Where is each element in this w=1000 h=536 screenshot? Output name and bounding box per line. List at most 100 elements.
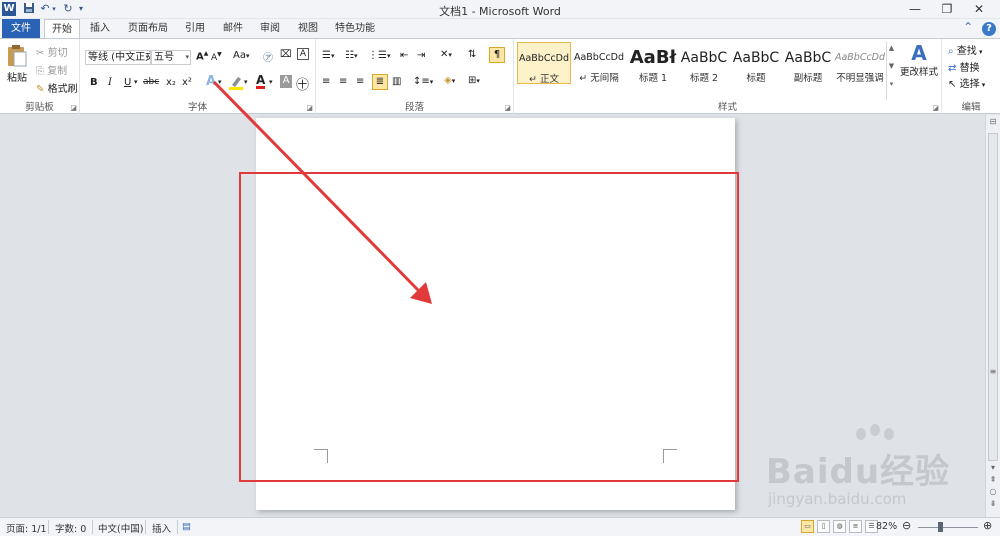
scroll-down-icon[interactable]: ▾ (988, 463, 998, 472)
highlight-dropdown-icon[interactable]: ▾ (244, 78, 248, 86)
copy-button[interactable]: ⎘ 复制 (36, 62, 67, 77)
undo-dropdown-icon[interactable]: ▾ (50, 2, 58, 16)
font-size-combo[interactable]: 五号 ▾ (151, 50, 191, 65)
language-indicator[interactable]: 中文(中国) (98, 521, 143, 535)
zoom-level[interactable]: 82% (876, 521, 897, 532)
underline-button[interactable]: U (124, 77, 131, 88)
character-border-icon[interactable]: A (297, 48, 309, 60)
paste-button[interactable]: 粘贴 (7, 69, 27, 84)
clear-formatting-icon[interactable]: ⌧ (280, 49, 292, 60)
word-count[interactable]: 字数: 0 (55, 521, 86, 535)
gallery-more-icon[interactable]: ▾ (887, 80, 896, 88)
tab-page-layout[interactable]: 页面布局 (124, 19, 172, 38)
increase-indent-icon[interactable]: ⇥ (417, 50, 425, 61)
zoom-slider[interactable] (918, 527, 978, 528)
numbering-icon[interactable]: ☷▾ (345, 50, 357, 61)
decrease-indent-icon[interactable]: ⇤ (400, 50, 408, 61)
print-layout-icon[interactable]: ▭ (801, 520, 814, 533)
tab-insert[interactable]: 插入 (84, 19, 116, 38)
justify-icon[interactable]: ≣ (372, 74, 388, 90)
italic-button[interactable]: I (108, 77, 112, 88)
font-color-dropdown-icon[interactable]: ▾ (269, 78, 273, 86)
restore-button[interactable]: ❐ (932, 0, 962, 19)
grow-font-icon[interactable]: A▲ (196, 50, 208, 62)
bullets-icon[interactable]: ☰▾ (322, 50, 334, 61)
find-button[interactable]: ⌕ 查找 ▾ (948, 42, 983, 57)
align-center-icon[interactable]: ≡ (339, 76, 347, 87)
character-shading-icon[interactable]: A (280, 75, 292, 88)
font-launcher-icon[interactable]: ◪ (306, 104, 313, 112)
paste-icon[interactable] (6, 43, 28, 70)
zoom-slider-thumb[interactable] (938, 522, 943, 532)
shrink-font-icon[interactable]: A▼ (211, 51, 222, 63)
scrollbar-thumb[interactable] (988, 133, 998, 461)
select-button[interactable]: ↖ 选择 ▾ (948, 75, 985, 90)
outline-view-icon[interactable]: ≡ (849, 520, 862, 533)
subscript-button[interactable]: x₂ (166, 77, 176, 88)
previous-page-icon[interactable]: ⇞ (988, 475, 998, 484)
borders-icon[interactable]: ⊞▾ (468, 75, 480, 86)
phonetic-guide-icon[interactable]: ㋐ (263, 49, 273, 64)
change-case-icon[interactable]: Aa▾ (233, 50, 249, 61)
document-page[interactable] (256, 118, 735, 510)
distributed-icon[interactable]: ▥ (392, 76, 401, 87)
text-effects-dropdown-icon[interactable]: ▾ (218, 78, 222, 86)
full-screen-reading-icon[interactable]: ▯ (817, 520, 830, 533)
help-icon[interactable]: ? (982, 22, 996, 36)
replace-button[interactable]: ⇄ 替换 (948, 59, 980, 74)
style-normal[interactable]: AaBbCcDd ↵ 正文 (517, 42, 571, 85)
vertical-scrollbar[interactable]: ⊟ ≡ ▾ ⇞ ○ ⇟ (985, 115, 1000, 517)
style-heading-1[interactable]: AaBł 标题 1 (626, 42, 680, 84)
zoom-in-icon[interactable]: ⊕ (983, 519, 992, 532)
tab-mailings[interactable]: 邮件 (218, 19, 248, 38)
font-name-combo[interactable]: 等线 (中文正文)▾ (85, 50, 151, 65)
browse-object-icon[interactable]: ○ (988, 487, 998, 496)
cut-button[interactable]: ✂ 剪切 (36, 44, 68, 59)
insert-mode[interactable]: 插入 (152, 521, 171, 535)
highlight-icon[interactable] (229, 75, 243, 93)
tab-references[interactable]: 引用 (180, 19, 210, 38)
gallery-down-icon[interactable]: ▼ (887, 62, 896, 70)
bold-button[interactable]: B (90, 77, 98, 88)
page-count[interactable]: 页面: 1/1 (6, 521, 47, 535)
clipboard-launcher-icon[interactable]: ◪ (70, 104, 77, 112)
paragraph-launcher-icon[interactable]: ◪ (504, 104, 511, 112)
styles-launcher-icon[interactable]: ◪ (932, 104, 939, 112)
strikethrough-button[interactable]: abc (143, 77, 159, 87)
style-heading-2[interactable]: AaBbC 标题 2 (677, 42, 731, 84)
shading-icon[interactable]: ◈▾ (444, 75, 455, 86)
underline-dropdown-icon[interactable]: ▾ (134, 78, 138, 86)
tab-review[interactable]: 审阅 (255, 19, 285, 38)
tab-view[interactable]: 视图 (293, 19, 323, 38)
enclose-characters-icon[interactable]: ㊉ (296, 74, 309, 93)
macro-record-icon[interactable]: ▤ (182, 521, 191, 532)
line-spacing-icon[interactable]: ↕≡▾ (413, 76, 433, 87)
close-button[interactable]: ✕ (964, 0, 994, 19)
change-styles-button[interactable]: A 更改样式 (900, 42, 938, 78)
collapse-ribbon-icon[interactable]: ⌃ (963, 20, 973, 34)
chinese-layout-icon[interactable]: ✕▾ (440, 49, 452, 60)
align-left-icon[interactable]: ≡ (322, 76, 330, 87)
minimize-button[interactable]: — (900, 0, 930, 19)
tab-home[interactable]: 开始 (44, 19, 80, 39)
superscript-button[interactable]: x² (182, 77, 192, 88)
style-subtle-emphasis[interactable]: AaBbCcDd 不明显强调 (833, 42, 887, 84)
align-right-icon[interactable]: ≡ (356, 76, 364, 87)
word-app-icon[interactable]: W (2, 2, 16, 16)
sort-icon[interactable]: ⇅ (468, 49, 476, 60)
redo-icon[interactable]: ↻ (61, 2, 75, 16)
text-effects-icon[interactable]: A (206, 74, 216, 89)
style-subtitle[interactable]: AaBbC 副标题 (781, 42, 835, 84)
show-formatting-marks-icon[interactable]: ¶ (489, 47, 505, 63)
ruler-toggle-icon[interactable]: ⊟ (988, 117, 998, 126)
save-icon[interactable] (22, 2, 36, 16)
next-page-icon[interactable]: ⇟ (988, 499, 998, 508)
gallery-up-icon[interactable]: ▲ (887, 44, 896, 52)
format-painter-button[interactable]: ✎ 格式刷 (36, 80, 78, 95)
multilevel-list-icon[interactable]: ⋮☰▾ (368, 50, 390, 61)
style-no-spacing[interactable]: AaBbCcDd ↵ 无间隔 (572, 42, 626, 84)
tab-special-features[interactable]: 特色功能 (332, 19, 378, 38)
zoom-out-icon[interactable]: ⊖ (902, 519, 911, 532)
tab-file[interactable]: 文件 (2, 19, 40, 38)
style-gallery-scroll[interactable]: ▲ ▼ ▾ (886, 42, 896, 100)
